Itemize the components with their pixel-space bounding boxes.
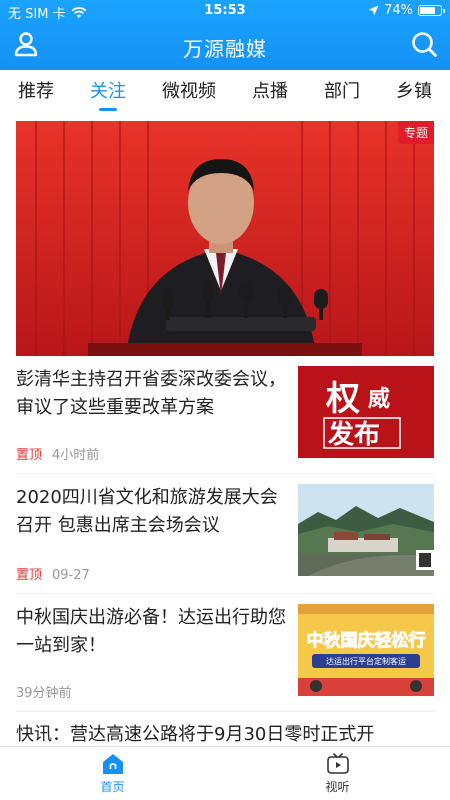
topic-badge: 专题 [397,121,434,144]
hero-image [16,121,434,356]
thumb-char-c: 发布 [327,419,380,450]
news-title: 彭清华主持召开省委深改委会议，审议了这些重要改革方案 [16,369,286,418]
pinned-label: 置顶 [16,448,43,463]
news-time: 4小时前 [52,448,100,463]
news-meta: 置顶 09-27 [16,564,90,583]
home-icon [102,754,123,774]
mountain-town-photo [298,484,434,576]
tab-micro-video[interactable]: 微视频 [162,71,216,109]
hero-banner[interactable]: 专题 [16,121,434,356]
thumb-char-a: 权 [325,379,360,419]
pinned-label: 置顶 [16,568,43,583]
search-icon[interactable] [410,30,438,58]
authoritative-release-image: 权 威 发布 [298,366,434,458]
news-thumbnail: 权 威 发布 [298,366,434,458]
poster-subline: 达运出行平台定制客运 [326,656,406,666]
nav-home[interactable]: 首页 [0,747,225,800]
holiday-travel-poster: 中秋国庆轻松行 达运出行平台定制客运 [298,604,434,696]
status-bar: 无 SIM 卡 15:53 74% [0,0,450,22]
news-thumbnail [298,484,434,576]
tab-follow[interactable]: 关注 [90,71,126,111]
battery-level [420,7,435,14]
news-title: 2020四川省文化和旅游发展大会召开 包惠出席主会场会议 [16,487,278,536]
tab-recommend[interactable]: 推荐 [18,71,54,109]
tv-icon [326,753,349,774]
location-arrow-icon [368,5,379,16]
news-time: 39分钟前 [16,686,72,701]
news-meta: 39分钟前 [16,682,72,701]
tab-on-demand[interactable]: 点播 [252,71,288,109]
app-title: 万源融媒 [183,37,267,61]
nav-home-label: 首页 [100,780,125,794]
status-right: 74% [368,3,445,18]
news-item[interactable]: 彭清华主持召开省委深改委会议，审议了这些重要改革方案 置顶 4小时前 权 威 发布 [16,366,434,474]
news-thumbnail: 中秋国庆轻松行 达运出行平台定制客运 [298,604,434,696]
nav-media-label: 视听 [325,780,350,794]
thumb-char-b: 威 [368,386,390,412]
news-item[interactable]: 2020四川省文化和旅游发展大会召开 包惠出席主会场会议 置顶 09-27 [16,484,434,594]
tab-departments[interactable]: 部门 [324,71,360,109]
news-item[interactable]: 中秋国庆出游必备！达运出行助您一站到家！ 39分钟前 中秋国庆轻松行 达运出行平… [16,604,434,712]
news-title-partial[interactable]: 快讯：营达高速公路将于9月30日零时正式开 [16,720,374,746]
category-tabs: 推荐 关注 微视频 点播 部门 乡镇 [0,70,450,111]
tab-townships[interactable]: 乡镇 [396,71,432,109]
news-feed: 专题 彭清华主持召开省委深改委会议，审议了这些重要改革方案 置顶 4小时前 权 威… [0,110,450,746]
poster-headline: 中秋国庆轻松行 [307,630,426,651]
battery-icon [418,5,445,16]
news-meta: 置顶 4小时前 [16,444,99,463]
top-app-bar: 无 SIM 卡 15:53 74% 万源融媒 [0,0,450,70]
nav-media[interactable]: 视听 [225,747,450,800]
news-time: 09-27 [52,568,90,583]
bottom-nav: 首页 视听 [0,746,450,800]
news-title: 中秋国庆出游必备！达运出行助您一站到家！ [16,607,286,656]
battery-percent: 74% [384,3,413,18]
